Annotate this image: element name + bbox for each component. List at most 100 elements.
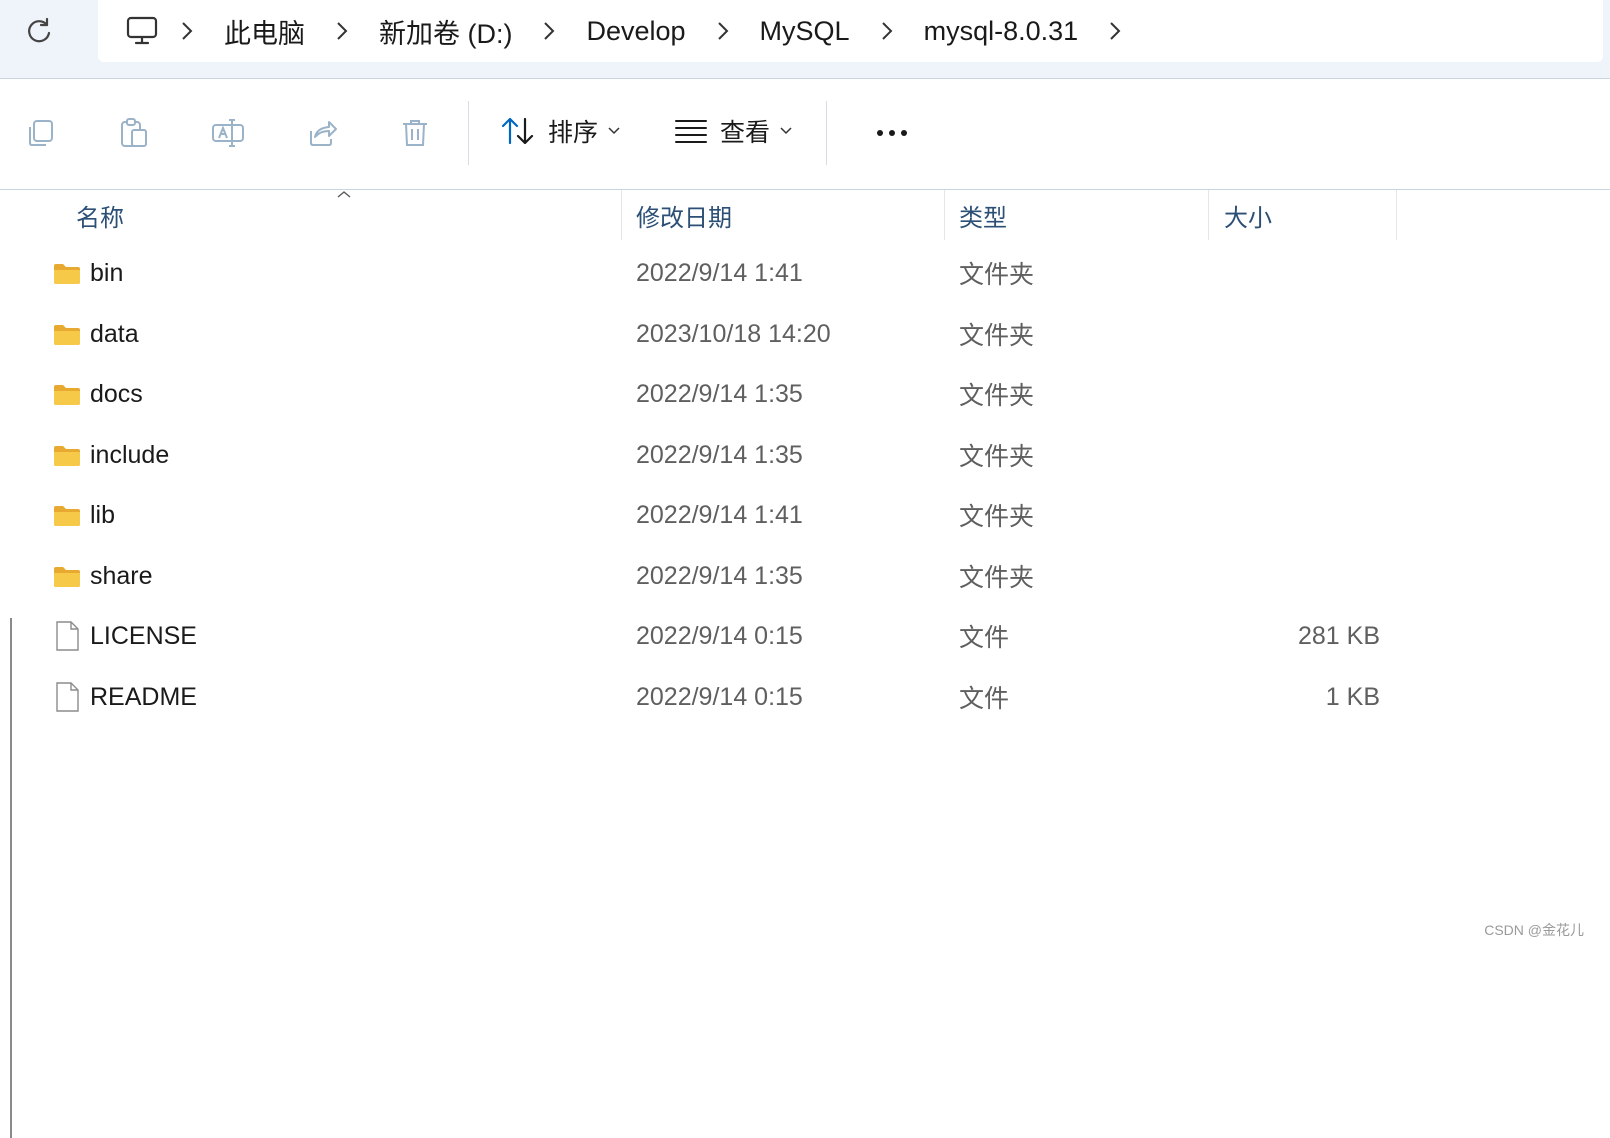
column-divider[interactable] (621, 190, 622, 240)
file-type: 文件夹 (959, 484, 1034, 546)
breadcrumb-item[interactable]: MySQL (746, 16, 864, 47)
file-type: 文件夹 (959, 303, 1034, 365)
watermark: CSDN @金花儿 (1484, 920, 1584, 940)
column-header: 名称 修改日期 类型 大小 (10, 190, 1610, 240)
view-list-icon (674, 118, 708, 144)
file-name: share (90, 562, 153, 591)
breadcrumb-item[interactable]: mysql-8.0.31 (910, 16, 1093, 47)
file-size (1200, 545, 1380, 607)
chevron-right-icon (336, 21, 348, 41)
file-size: 1 KB (1200, 666, 1380, 728)
paste-button[interactable] (116, 115, 152, 151)
view-button[interactable]: 查看 (674, 107, 792, 155)
breadcrumb-item[interactable]: Develop (572, 16, 699, 47)
sort-button[interactable]: 排序 (500, 107, 620, 155)
breadcrumb-item[interactable]: 此电脑 (210, 12, 319, 51)
copy-icon (25, 117, 57, 149)
folder-icon (53, 261, 81, 285)
chevron-right-icon (181, 21, 193, 41)
command-bar: 排序 查看 (0, 79, 1610, 190)
folder-icon (52, 258, 82, 288)
sort-icon (500, 115, 536, 147)
address-bar: 此电脑 新加卷 (D:) Develop MySQL mysql-8.0.31 (0, 0, 1610, 79)
folder-icon (53, 443, 81, 467)
file-icon (52, 682, 82, 712)
file-name: LICENSE (90, 622, 197, 651)
column-divider[interactable] (944, 190, 945, 240)
rename-icon (211, 117, 245, 149)
breadcrumb-chevron[interactable] (1092, 11, 1138, 51)
chevron-right-icon (881, 21, 893, 41)
file-row[interactable]: bin2022/9/14 1:41文件夹 (10, 242, 1610, 304)
folder-icon (52, 500, 82, 530)
chevron-right-icon (543, 21, 555, 41)
column-date-label: 修改日期 (636, 198, 732, 233)
folder-icon (53, 322, 81, 346)
more-icon (874, 128, 910, 138)
file-name-cell: share (52, 545, 153, 607)
file-type: 文件夹 (959, 424, 1034, 486)
file-type: 文件夹 (959, 363, 1034, 425)
file-icon (54, 621, 80, 651)
file-row[interactable]: data2023/10/18 14:20文件夹 (10, 303, 1610, 365)
copy-button[interactable] (23, 115, 59, 151)
refresh-icon (25, 17, 53, 45)
folder-icon (52, 440, 82, 470)
file-type: 文件夹 (959, 545, 1034, 607)
file-date: 2023/10/18 14:20 (636, 303, 831, 365)
column-divider[interactable] (1396, 190, 1397, 240)
file-date: 2022/9/14 0:15 (636, 605, 803, 667)
file-row[interactable]: docs2022/9/14 1:35文件夹 (10, 363, 1610, 425)
file-name-cell: docs (52, 363, 143, 425)
rename-button[interactable] (210, 115, 246, 151)
file-row[interactable]: lib2022/9/14 1:41文件夹 (10, 484, 1610, 546)
file-date: 2022/9/14 1:35 (636, 424, 803, 486)
paste-icon (118, 117, 150, 149)
file-type: 文件 (959, 666, 1009, 728)
breadcrumb[interactable]: 此电脑 新加卷 (D:) Develop MySQL mysql-8.0.31 (98, 0, 1603, 62)
file-name-cell: include (52, 424, 169, 486)
file-name-cell: bin (52, 242, 123, 304)
chevron-right-icon (717, 21, 729, 41)
column-type[interactable]: 类型 (959, 190, 1199, 240)
file-name-cell: LICENSE (52, 605, 197, 667)
column-size[interactable]: 大小 (1224, 190, 1394, 240)
share-icon (305, 117, 337, 149)
breadcrumb-chevron[interactable] (319, 11, 365, 51)
column-date[interactable]: 修改日期 (636, 190, 936, 240)
this-pc-button[interactable] (120, 9, 164, 53)
file-row[interactable]: LICENSE2022/9/14 0:15文件281 KB (10, 605, 1610, 667)
folder-icon (53, 382, 81, 406)
more-options-button[interactable] (872, 113, 912, 153)
file-row[interactable]: README2022/9/14 0:15文件1 KB (10, 666, 1610, 728)
file-date: 2022/9/14 1:41 (636, 484, 803, 546)
chevron-right-icon (1109, 21, 1121, 41)
file-size (1200, 424, 1380, 486)
file-size (1200, 242, 1380, 304)
file-row[interactable]: include 2022/9/14 1:35 文件夹 (10, 424, 1610, 486)
monitor-icon (126, 16, 158, 46)
delete-button[interactable] (397, 115, 433, 151)
file-size (1200, 303, 1380, 365)
file-icon (52, 621, 82, 651)
toolbar-divider (826, 101, 827, 165)
folder-icon (52, 561, 82, 591)
file-date: 2022/9/14 1:35 (636, 545, 803, 607)
column-divider[interactable] (1208, 190, 1209, 240)
share-button[interactable] (303, 115, 339, 151)
breadcrumb-chevron[interactable] (864, 11, 910, 51)
file-size: 281 KB (1200, 605, 1380, 667)
breadcrumb-chevron[interactable] (700, 11, 746, 51)
file-row[interactable]: share 2022/9/14 1:35 文件夹 (10, 545, 1610, 607)
column-name[interactable]: 名称 (76, 190, 616, 240)
breadcrumb-item[interactable]: 新加卷 (D:) (365, 12, 526, 51)
breadcrumb-chevron[interactable] (164, 11, 210, 51)
view-label: 查看 (720, 113, 770, 149)
column-name-label: 名称 (76, 198, 124, 233)
file-name: README (90, 683, 197, 712)
delete-icon (399, 117, 431, 149)
refresh-button[interactable] (22, 14, 56, 48)
file-size (1200, 484, 1380, 546)
folder-icon (53, 564, 81, 588)
breadcrumb-chevron[interactable] (526, 11, 572, 51)
